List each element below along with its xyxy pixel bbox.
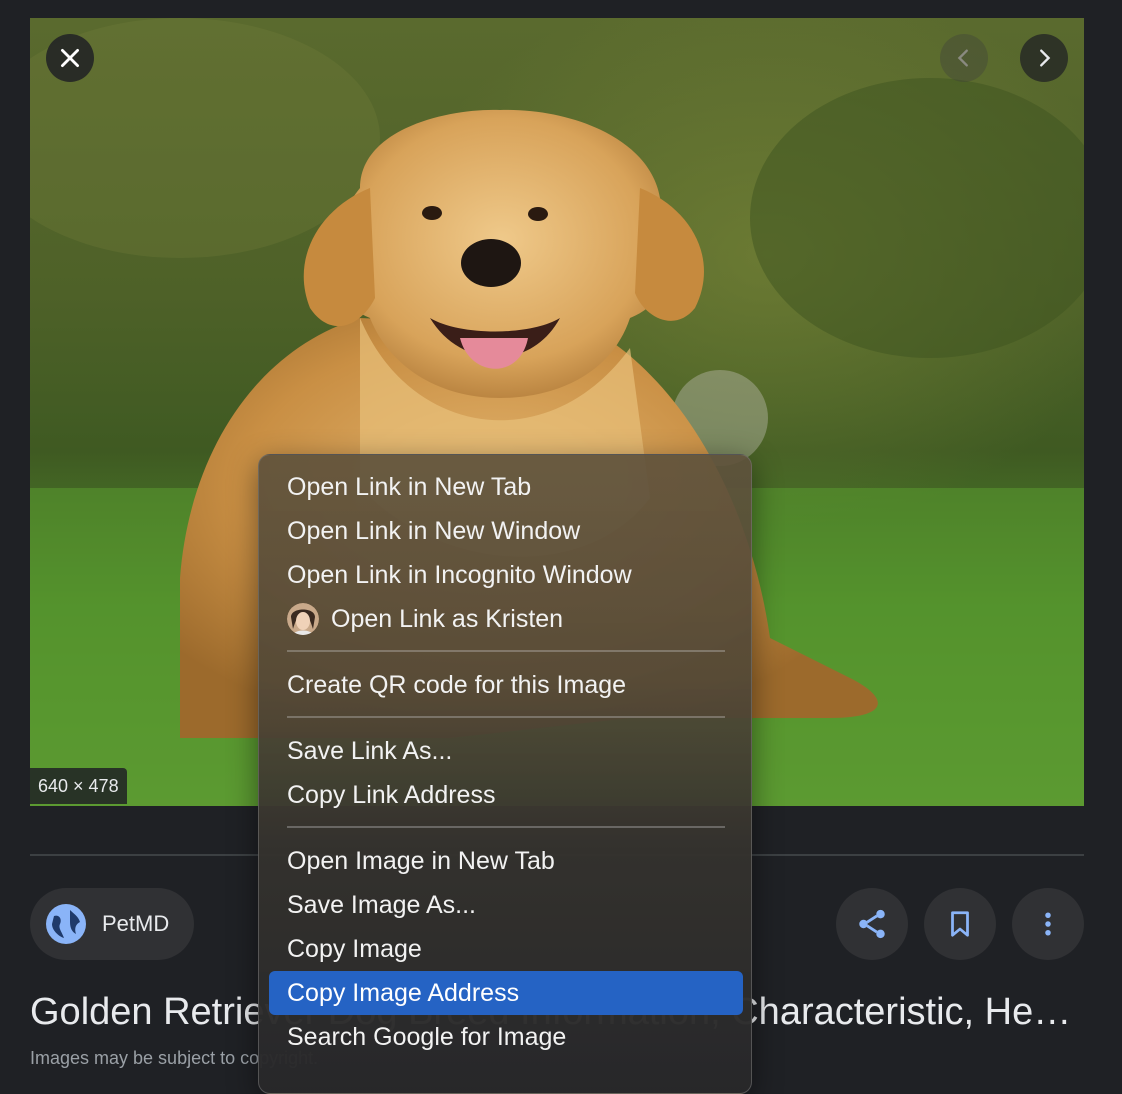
menu-item-label: Open Link in New Tab [287, 473, 532, 501]
source-name: PetMD [102, 911, 170, 936]
chevron-right-icon [1040, 49, 1051, 67]
menu-item-label: Create QR code for this Image [287, 671, 627, 699]
menu-item-open-image-new-tab[interactable]: Open Image in New Tab [269, 839, 743, 883]
share-button[interactable] [836, 888, 908, 960]
globe-icon [46, 904, 86, 944]
menu-item-search-google-for-image[interactable]: Search Google for Image [269, 1015, 743, 1059]
more-options-button[interactable] [1012, 888, 1084, 960]
chevron-left-icon [957, 49, 968, 67]
menu-item-label: Open Link in New Window [287, 517, 581, 545]
menu-item-label: Open Image in New Tab [287, 847, 555, 875]
menu-item-copy-image-address[interactable]: Copy Image Address [269, 971, 743, 1015]
source-chip[interactable]: PetMD [30, 888, 194, 960]
menu-item-label: Open Link as Kristen [331, 605, 564, 633]
menu-separator [287, 716, 725, 718]
previous-image-button[interactable] [940, 34, 988, 82]
profile-avatar [287, 603, 319, 635]
menu-item-create-qr-code[interactable]: Create QR code for this Image [269, 663, 743, 707]
menu-item-open-link-incognito[interactable]: Open Link in Incognito Window [269, 553, 743, 597]
context-menu: Open Link in New Tab Open Link in New Wi… [258, 454, 752, 1094]
next-image-button[interactable] [1020, 34, 1068, 82]
close-button[interactable] [46, 34, 94, 82]
bookmark-icon [951, 911, 969, 937]
menu-item-label: Copy Image [287, 935, 422, 963]
menu-item-label: Search Google for Image [287, 1023, 567, 1051]
menu-item-label: Open Link in Incognito Window [287, 561, 632, 589]
menu-item-save-link-as[interactable]: Save Link As... [269, 729, 743, 773]
menu-item-copy-image[interactable]: Copy Image [269, 927, 743, 971]
save-button[interactable] [924, 888, 996, 960]
menu-item-label: Save Image As... [287, 891, 476, 919]
menu-item-label: Copy Image Address [287, 979, 520, 1007]
menu-separator [287, 826, 725, 828]
close-icon [61, 49, 79, 67]
image-dimensions: 640 × 478 [30, 768, 127, 804]
menu-item-copy-link-address[interactable]: Copy Link Address [269, 773, 743, 817]
menu-item-label: Save Link As... [287, 737, 453, 765]
menu-item-open-link-new-window[interactable]: Open Link in New Window [269, 509, 743, 553]
more-vert-icon [1045, 912, 1051, 936]
menu-item-open-link-new-tab[interactable]: Open Link in New Tab [269, 465, 743, 509]
share-icon [859, 909, 885, 939]
menu-item-open-link-as-profile[interactable]: Open Link as Kristen [269, 597, 743, 641]
menu-item-label: Copy Link Address [287, 781, 496, 809]
menu-item-save-image-as[interactable]: Save Image As... [269, 883, 743, 927]
menu-separator [287, 650, 725, 652]
